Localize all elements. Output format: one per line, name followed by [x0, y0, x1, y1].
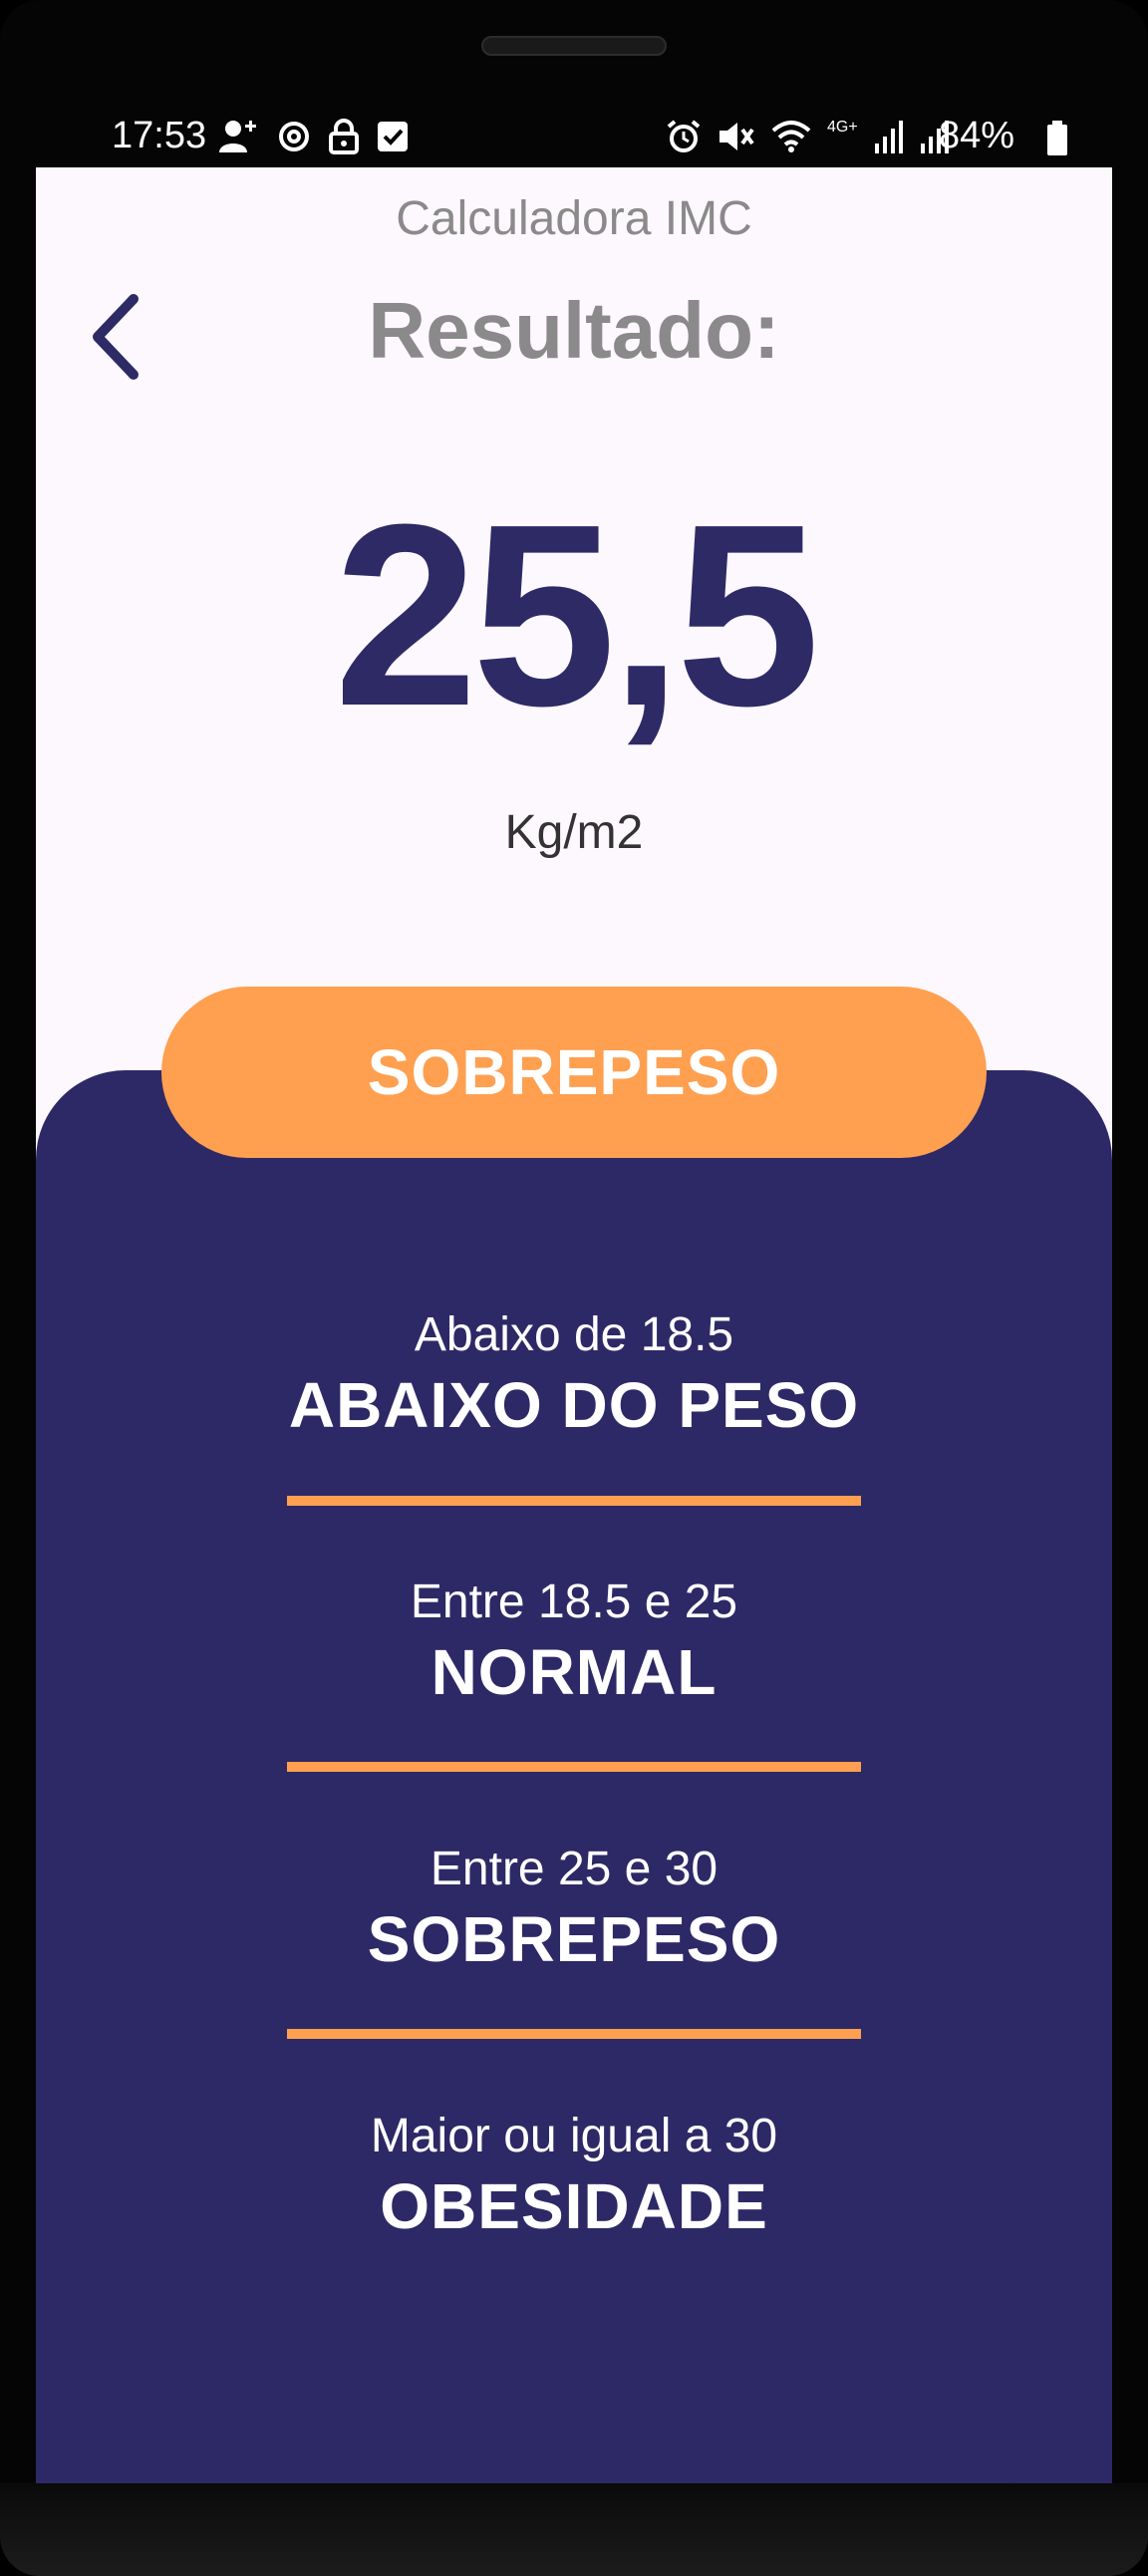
bmi-unit: Kg/m2 — [504, 806, 644, 859]
app-title: Calculadora IMC — [396, 192, 752, 245]
battery-icon — [1047, 121, 1067, 155]
bmi-value: 25,5 — [333, 471, 820, 760]
category-item: Entre 18.5 e 25 NORMAL — [36, 1573, 1112, 1712]
person-add-icon — [219, 121, 256, 152]
category-item: Entre 25 e 30 SOBREPESO — [36, 1840, 1112, 1979]
battery-percent: 84% — [939, 115, 1015, 156]
status-bar: 17:53 4G+ 84% — [36, 105, 1112, 168]
classification-badge: SOBREPESO — [161, 987, 987, 1158]
sync-icon — [279, 122, 309, 151]
categories-panel — [36, 1070, 1112, 2483]
category-range: Maior ou igual a 30 — [370, 2110, 778, 2162]
signal-icon — [874, 121, 903, 153]
lock-icon — [329, 119, 359, 154]
earpiece-speaker — [481, 36, 667, 56]
category-label: OBESIDADE — [380, 2170, 768, 2242]
status-right-icons: 4G+ — [666, 119, 950, 154]
category-label: ABAIXO DO PESO — [288, 1369, 860, 1441]
category-item: Abaixo de 18.5 ABAIXO DO PESO — [36, 1305, 1112, 1445]
status-time: 17:53 — [112, 115, 207, 156]
mute-icon — [719, 123, 754, 150]
category-range: Entre 18.5 e 25 — [410, 1575, 738, 1628]
category-range: Entre 25 e 30 — [430, 1843, 718, 1895]
wifi-icon — [771, 121, 811, 152]
category-label: NORMAL — [430, 1636, 718, 1708]
status-left-icons — [219, 119, 409, 154]
network-type-label: 4G+ — [827, 119, 858, 136]
page-title: Resultado: — [368, 286, 780, 375]
phone-frame: 17:53 4G+ 84% Calculadora IMC Resultado:… — [0, 0, 1148, 2576]
category-divider — [287, 1496, 861, 1506]
category-divider — [287, 2029, 861, 2039]
category-divider — [287, 1762, 861, 1772]
check-box-icon — [378, 122, 408, 151]
category-range: Abaixo de 18.5 — [414, 1308, 734, 1361]
phone-bottom-bezel — [0, 2483, 1148, 2576]
category-label: SOBREPESO — [367, 1903, 781, 1975]
category-item: Maior ou igual a 30 OBESIDADE — [36, 2107, 1112, 2246]
alarm-icon — [667, 120, 701, 152]
app-screen: Calculadora IMC Resultado: 25,5 Kg/m2 SO… — [36, 167, 1112, 2483]
